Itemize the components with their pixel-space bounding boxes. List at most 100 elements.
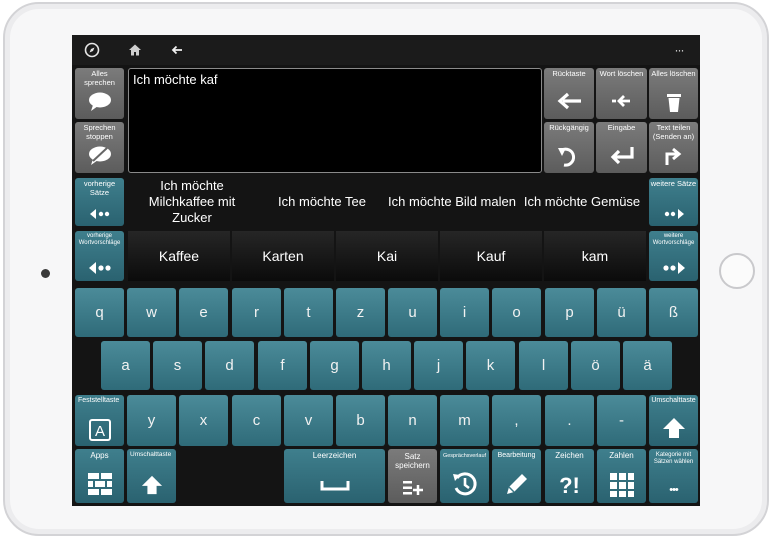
symbols-button[interactable]: Zeichen ?! [545,449,594,503]
key[interactable]: ö [571,341,620,390]
shift-arrow-icon [127,474,176,498]
key[interactable]: b [336,395,385,446]
numbers-button[interactable]: Zahlen [597,449,646,503]
key[interactable]: t [284,288,333,337]
key[interactable]: k [466,341,515,390]
next-sentences-button[interactable]: weitere Sätze [649,178,698,226]
key[interactable]: n [388,395,437,446]
key[interactable]: p [545,288,594,337]
key[interactable]: o [492,288,541,337]
left-arrow-dots-icon [75,208,124,224]
space-bar[interactable]: Leerzeichen [284,449,385,503]
edit-button[interactable]: Bearbeitung [492,449,541,503]
enter-label: Eingabe [607,123,636,132]
caps-lock-glyph: A [94,423,104,440]
key[interactable]: f [258,341,307,390]
sentence-suggestion[interactable]: Ich möchte Milchkaffee mit Zucker [128,178,256,226]
top-bar: ··· [72,35,700,65]
key[interactable]: m [440,395,489,446]
save-sentence-label: Satz speichern [395,452,430,470]
key[interactable]: g [310,341,359,390]
key[interactable]: ß [649,288,698,337]
key[interactable]: z [336,288,385,337]
key[interactable]: j [414,341,463,390]
word-suggestion[interactable]: Karten [232,231,334,281]
speech-bubble-icon [75,91,124,115]
right-arrow-dots-icon [649,261,698,277]
key[interactable]: u [388,288,437,337]
choose-category-button[interactable]: Kategorie mit Sätzen wählen ••• [649,449,698,503]
empty-key-slot [179,449,281,503]
key[interactable]: y [127,395,176,446]
key[interactable]: s [153,341,202,390]
key[interactable]: h [362,341,411,390]
word-suggestion[interactable]: Kaffee [128,231,230,281]
sentence-suggestion[interactable]: Ich möchte Tee [258,178,386,226]
shift-arrow-icon [649,417,698,441]
more-dots-icon: ••• [669,484,679,496]
speak-all-label: Alles sprechen [84,69,115,87]
key[interactable]: w [127,288,176,337]
key[interactable]: x [179,395,228,446]
shift-button-left[interactable]: Umschalttaste [127,449,176,503]
word-suggestion[interactable]: Kai [336,231,438,281]
previous-sentences-button[interactable]: vorherige Sätze [75,178,124,226]
previous-words-button[interactable]: vorherige Wortvorschläge [75,231,124,281]
key[interactable]: ü [597,288,646,337]
more-icon[interactable]: ··· [669,40,689,60]
key[interactable]: a [101,341,150,390]
stop-speaking-button[interactable]: Sprechen stoppen [75,122,124,173]
history-label: Gesprächsverlauf [442,453,487,459]
key[interactable]: e [179,288,228,337]
enter-button[interactable]: Eingabe [596,122,647,173]
undo-button[interactable]: Rückgängig [544,122,594,173]
delete-all-label: Alles löschen [651,69,696,78]
space-label: Leerzeichen [312,451,357,460]
symbols-label: Zeichen [555,451,584,460]
save-sentence-button[interactable]: Satz speichern [388,449,437,503]
list-add-icon [388,479,437,499]
shift-left-label: Umschalttaste [130,451,172,458]
message-text-area[interactable]: Ich möchte kaf [128,68,542,173]
key[interactable]: i [440,288,489,337]
pencil-icon [492,470,541,498]
key[interactable]: l [519,341,568,390]
next-words-button[interactable]: weitere Wortvorschläge [649,231,698,281]
back-arrow-icon[interactable] [167,40,187,60]
key[interactable]: d [205,341,254,390]
home-button[interactable] [719,253,755,289]
share-text-button[interactable]: Text teilen (Senden an) [649,122,698,173]
trash-icon [649,91,698,115]
caps-lock-button[interactable]: Feststelltaste A [75,395,124,446]
word-suggestion[interactable]: Kauf [440,231,542,281]
speak-all-button[interactable]: Alles sprechen [75,68,124,119]
home-icon[interactable] [125,40,145,60]
stop-speaking-label: Sprechen stoppen [83,123,116,141]
delete-all-button[interactable]: Alles löschen [649,68,698,119]
numbers-label: Zahlen [609,451,634,460]
delete-word-button[interactable]: Wort löschen [596,68,647,119]
key[interactable]: q [75,288,124,337]
sentence-suggestion[interactable]: Ich möchte Bild malen [388,178,516,226]
apps-button[interactable]: Apps [75,449,124,503]
word-suggestion[interactable]: kam [544,231,646,281]
key[interactable]: - [597,395,646,446]
key[interactable]: , [492,395,541,446]
key[interactable]: c [232,395,281,446]
caps-lock-label: Feststelltaste [78,397,120,404]
delete-word-label: Wort löschen [599,69,644,78]
undo-label: Rückgängig [549,123,589,132]
key[interactable]: . [545,395,594,446]
delete-word-icon [596,91,647,115]
share-text-label: Text teilen (Senden an) [652,123,695,141]
shift-button-right[interactable]: Umschalttaste [649,395,698,446]
history-button[interactable]: Gesprächsverlauf [440,449,489,503]
backspace-button[interactable]: Rücktaste [544,68,594,119]
compass-icon[interactable] [82,40,102,60]
sentence-suggestion[interactable]: Ich möchte Gemüse [518,178,646,226]
key[interactable]: v [284,395,333,446]
left-arrow-dots-icon [75,261,124,277]
key[interactable]: r [232,288,281,337]
key[interactable]: ä [623,341,672,390]
next-words-label: weitere Wortvorschläge [652,233,695,246]
